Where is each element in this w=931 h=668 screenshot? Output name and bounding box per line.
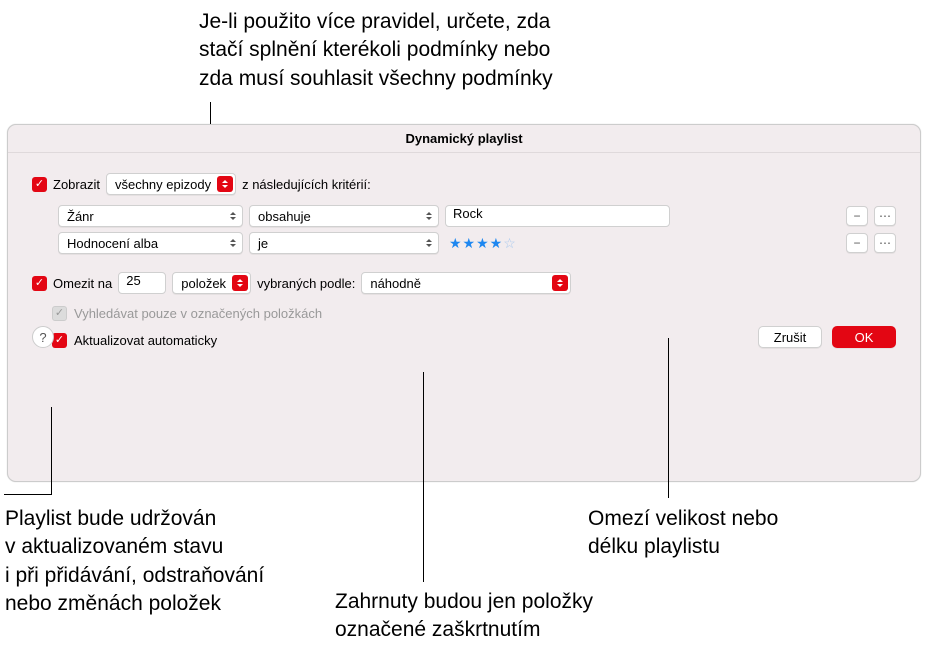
limit-by-label: vybraných podle: [257, 276, 355, 291]
ok-button[interactable]: OK [832, 326, 896, 348]
limit-by-select[interactable]: náhodně [361, 272, 571, 294]
rule-op-value: je [258, 236, 268, 251]
dialog-title: Dynamický playlist [8, 125, 920, 153]
leader-line-br [668, 338, 669, 498]
chevron-icon [228, 209, 238, 223]
limit-checkbox[interactable]: ✓ [32, 276, 47, 291]
nest-rule-button[interactable]: ⋯ [874, 233, 896, 253]
match-mode-select[interactable]: všechny epizody [106, 173, 236, 195]
limit-row: ✓ Omezit na 25 položek vybraných podle: … [32, 272, 896, 294]
rule-field-select[interactable]: Žánr [58, 205, 243, 227]
leader-line-bl-v [51, 407, 52, 494]
rule-value-input[interactable]: Rock [445, 205, 670, 227]
limit-unit-select[interactable]: položek [172, 272, 251, 294]
only-checked-row: ✓ Vyhledávat pouze v označených položkác… [52, 306, 896, 321]
leader-line-bm [423, 372, 424, 582]
only-checked-label: Vyhledávat pouze v označených položkách [74, 306, 322, 321]
ellipsis-icon: ⋯ [879, 209, 891, 223]
remove-rule-button[interactable]: − [846, 206, 868, 226]
minus-icon: − [853, 209, 860, 223]
updown-icon [217, 176, 233, 192]
leader-line-bl-h [4, 494, 52, 495]
dialog-body: ✓ Zobrazit všechny epizody z následující… [8, 153, 920, 364]
limit-label: Omezit na [53, 276, 112, 291]
smart-playlist-dialog: Dynamický playlist ✓ Zobrazit všechny ep… [7, 124, 921, 482]
ellipsis-icon: ⋯ [879, 236, 891, 250]
rule-field-select[interactable]: Hodnocení alba [58, 232, 243, 254]
match-row: ✓ Zobrazit všechny epizody z následující… [32, 173, 896, 195]
cancel-button[interactable]: Zrušit [758, 326, 822, 348]
minus-icon: − [853, 236, 860, 250]
annotation-only-checked: Zahrnuty budou jen položky označené zašk… [335, 588, 665, 645]
annotation-any-all: Je-li použito více pravidel, určete, zda… [199, 8, 719, 93]
updown-icon [552, 275, 568, 291]
rule-row: Hodnocení alba je ★★★★☆ − ⋯ [58, 232, 896, 254]
chevron-icon [228, 236, 238, 250]
show-label: Zobrazit [53, 177, 100, 192]
chevron-icon [424, 236, 434, 250]
rule-op-select[interactable]: obsahuje [249, 205, 439, 227]
limit-value-input[interactable]: 25 [118, 272, 166, 294]
button-bar: Zrušit OK [758, 326, 896, 348]
chevron-icon [424, 209, 434, 223]
rule-op-value: obsahuje [258, 209, 311, 224]
match-checkbox[interactable]: ✓ [32, 177, 47, 192]
rule-value-stars[interactable]: ★★★★☆ [445, 235, 670, 252]
annotation-live-update: Playlist bude udržován v aktualizovaném … [5, 505, 315, 618]
help-button[interactable]: ? [32, 326, 54, 348]
rule-field-value: Žánr [67, 209, 94, 224]
rule-op-select[interactable]: je [249, 232, 439, 254]
nest-rule-button[interactable]: ⋯ [874, 206, 896, 226]
match-mode-value: všechny epizody [115, 177, 211, 192]
limit-unit-value: položek [181, 276, 226, 291]
criteria-suffix: z následujících kritérií: [242, 177, 371, 192]
only-checked-checkbox: ✓ [52, 306, 67, 321]
rule-row: Žánr obsahuje Rock − ⋯ [58, 205, 896, 227]
limit-by-value: náhodně [370, 276, 421, 291]
live-update-checkbox[interactable]: ✓ [52, 333, 67, 348]
rules-block: Žánr obsahuje Rock − ⋯ Hodnocení al [58, 205, 896, 254]
remove-rule-button[interactable]: − [846, 233, 868, 253]
live-update-label: Aktualizovat automaticky [74, 333, 217, 348]
updown-icon [232, 275, 248, 291]
question-icon: ? [39, 330, 46, 345]
annotation-limit: Omezí velikost nebo délku playlistu [588, 505, 848, 562]
rule-field-value: Hodnocení alba [67, 236, 158, 251]
